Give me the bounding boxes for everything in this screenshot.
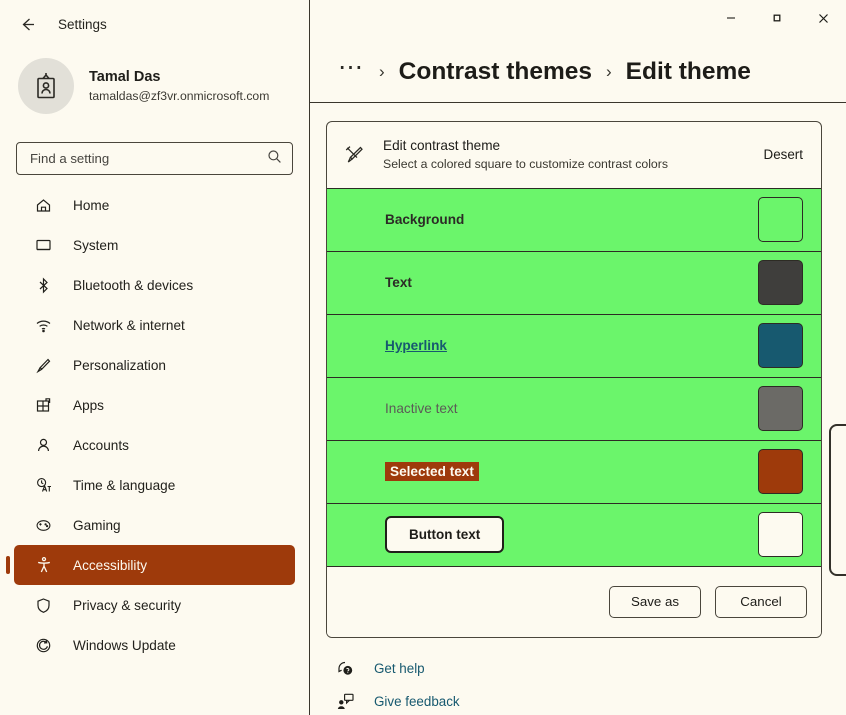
sidebar-item-label: Accounts — [73, 437, 129, 453]
home-icon — [34, 196, 53, 215]
footer-links: Get help Give feedback — [310, 638, 846, 715]
color-row-selected-text[interactable]: Selected text — [327, 440, 821, 504]
gamepad-icon — [34, 516, 53, 535]
feedback-icon — [334, 690, 356, 712]
back-icon[interactable] — [14, 11, 40, 37]
color-row-label: Background — [385, 212, 465, 228]
page-title: Edit theme — [625, 58, 751, 85]
search-placeholder: Find a setting — [30, 151, 110, 166]
sidebar-item-label: Network & internet — [73, 317, 185, 333]
search-icon — [267, 149, 282, 169]
sidebar-item-label: System — [73, 237, 119, 253]
sidebar-item-personalization[interactable]: Personalization — [14, 345, 295, 385]
color-swatch-background[interactable] — [758, 197, 803, 243]
help-icon — [334, 657, 356, 679]
color-row-label: Inactive text — [385, 401, 458, 417]
card-subtitle: Select a colored square to customize con… — [383, 156, 669, 171]
sidebar-item-home[interactable]: Home — [14, 185, 295, 225]
sidebar-item-label: Privacy & security — [73, 597, 182, 613]
search-input[interactable]: Find a setting — [16, 142, 293, 175]
app-title: Settings — [58, 16, 107, 32]
sidebar-item-label: Bluetooth & devices — [73, 277, 194, 293]
settings-window: Settings Tamal Das tamaldas@zf3vr.onmicr… — [0, 0, 846, 715]
sidebar-item-gaming[interactable]: Gaming — [14, 505, 295, 545]
brush-icon — [34, 356, 53, 375]
sidebar-item-accounts[interactable]: Accounts — [14, 425, 295, 465]
card-header: Edit contrast theme Select a colored squ… — [327, 122, 821, 189]
sidebar-item-time-language[interactable]: Time & language — [14, 465, 295, 505]
edit-theme-icon — [341, 142, 367, 168]
color-row-text[interactable]: Text — [327, 251, 821, 315]
account-name: Tamal Das — [89, 68, 161, 85]
edit-contrast-theme-card: Edit contrast theme Select a colored squ… — [326, 121, 822, 638]
color-swatch-text[interactable] — [758, 260, 803, 306]
card-footer: Save as Cancel — [327, 566, 821, 637]
breadcrumb-separator: › — [379, 62, 385, 81]
account-email: tamaldas@zf3vr.onmicrosoft.com — [89, 88, 270, 103]
close-icon[interactable] — [800, 0, 846, 36]
update-icon — [34, 636, 53, 655]
sidebar-item-apps[interactable]: Apps — [14, 385, 295, 425]
color-swatch-button-text[interactable] — [758, 512, 803, 558]
breadcrumb-parent-link[interactable]: Contrast themes — [399, 58, 592, 86]
give-feedback-link[interactable]: Give feedback — [326, 685, 846, 715]
sidebar-nav: Home System Bluetooth & devices Network … — [0, 185, 309, 665]
sidebar-item-bluetooth[interactable]: Bluetooth & devices — [14, 265, 295, 305]
shield-icon — [34, 596, 53, 615]
color-swatch-selected-text[interactable] — [758, 449, 803, 495]
minimize-icon[interactable] — [708, 0, 754, 36]
bluetooth-icon — [34, 276, 53, 295]
account-block[interactable]: Tamal Das tamaldas@zf3vr.onmicrosoft.com — [0, 48, 309, 124]
sidebar-item-accessibility[interactable]: Accessibility — [14, 545, 295, 585]
maximize-icon[interactable] — [754, 0, 800, 36]
sidebar-item-label: Home — [73, 197, 110, 213]
person-icon — [34, 436, 53, 455]
sidebar-item-system[interactable]: System — [14, 225, 295, 265]
breadcrumb-separator: › — [606, 62, 612, 81]
sidebar-item-windows-update[interactable]: Windows Update — [14, 625, 295, 665]
theme-name-value: Desert — [763, 147, 803, 163]
color-row-inactive-text[interactable]: Inactive text — [327, 377, 821, 441]
color-row-label: Text — [385, 275, 412, 291]
sidebar-titlebar: Settings — [0, 0, 309, 48]
sidebar-item-label: Apps — [73, 397, 104, 413]
save-new-theme-dialog: Save as a new theme New theme ✕ Save and… — [829, 424, 846, 576]
breadcrumb-overflow-button[interactable]: ⋯ — [338, 54, 365, 85]
color-swatch-hyperlink[interactable] — [758, 323, 803, 369]
sidebar: Settings Tamal Das tamaldas@zf3vr.onmicr… — [0, 0, 310, 715]
color-row-button-text[interactable]: Button text — [327, 503, 821, 567]
footer-link-label: Get help — [374, 660, 425, 676]
color-row-label: Selected text — [385, 462, 479, 482]
color-row-background[interactable]: Background — [327, 188, 821, 252]
get-help-link[interactable]: Get help — [326, 652, 846, 685]
breadcrumb: ⋯ › Contrast themes › Edit theme — [310, 36, 846, 102]
color-swatch-inactive-text[interactable] — [758, 386, 803, 432]
wifi-icon — [34, 316, 53, 335]
cancel-button[interactable]: Cancel — [715, 585, 807, 618]
sidebar-item-label: Windows Update — [73, 637, 176, 653]
button-text-preview[interactable]: Button text — [385, 516, 505, 554]
apps-icon — [34, 396, 53, 415]
clock-language-icon — [34, 476, 53, 495]
header-divider — [310, 102, 846, 103]
card-title: Edit contrast theme — [383, 138, 501, 153]
sidebar-item-label: Time & language — [73, 477, 176, 493]
main-content: ⋯ › Contrast themes › Edit theme Edit co… — [310, 0, 846, 715]
footer-link-label: Give feedback — [374, 693, 460, 709]
window-controls — [310, 0, 846, 36]
system-icon — [34, 236, 53, 255]
color-row-hyperlink[interactable]: Hyperlink — [327, 314, 821, 378]
sidebar-item-network[interactable]: Network & internet — [14, 305, 295, 345]
sidebar-item-privacy-security[interactable]: Privacy & security — [14, 585, 295, 625]
sidebar-item-label: Personalization — [73, 357, 166, 373]
sidebar-item-label: Gaming — [73, 517, 121, 533]
save-as-button[interactable]: Save as — [609, 585, 701, 618]
sidebar-item-label: Accessibility — [73, 557, 148, 573]
avatar — [18, 58, 74, 114]
color-row-label: Hyperlink — [385, 338, 447, 354]
accessibility-icon — [34, 556, 53, 575]
